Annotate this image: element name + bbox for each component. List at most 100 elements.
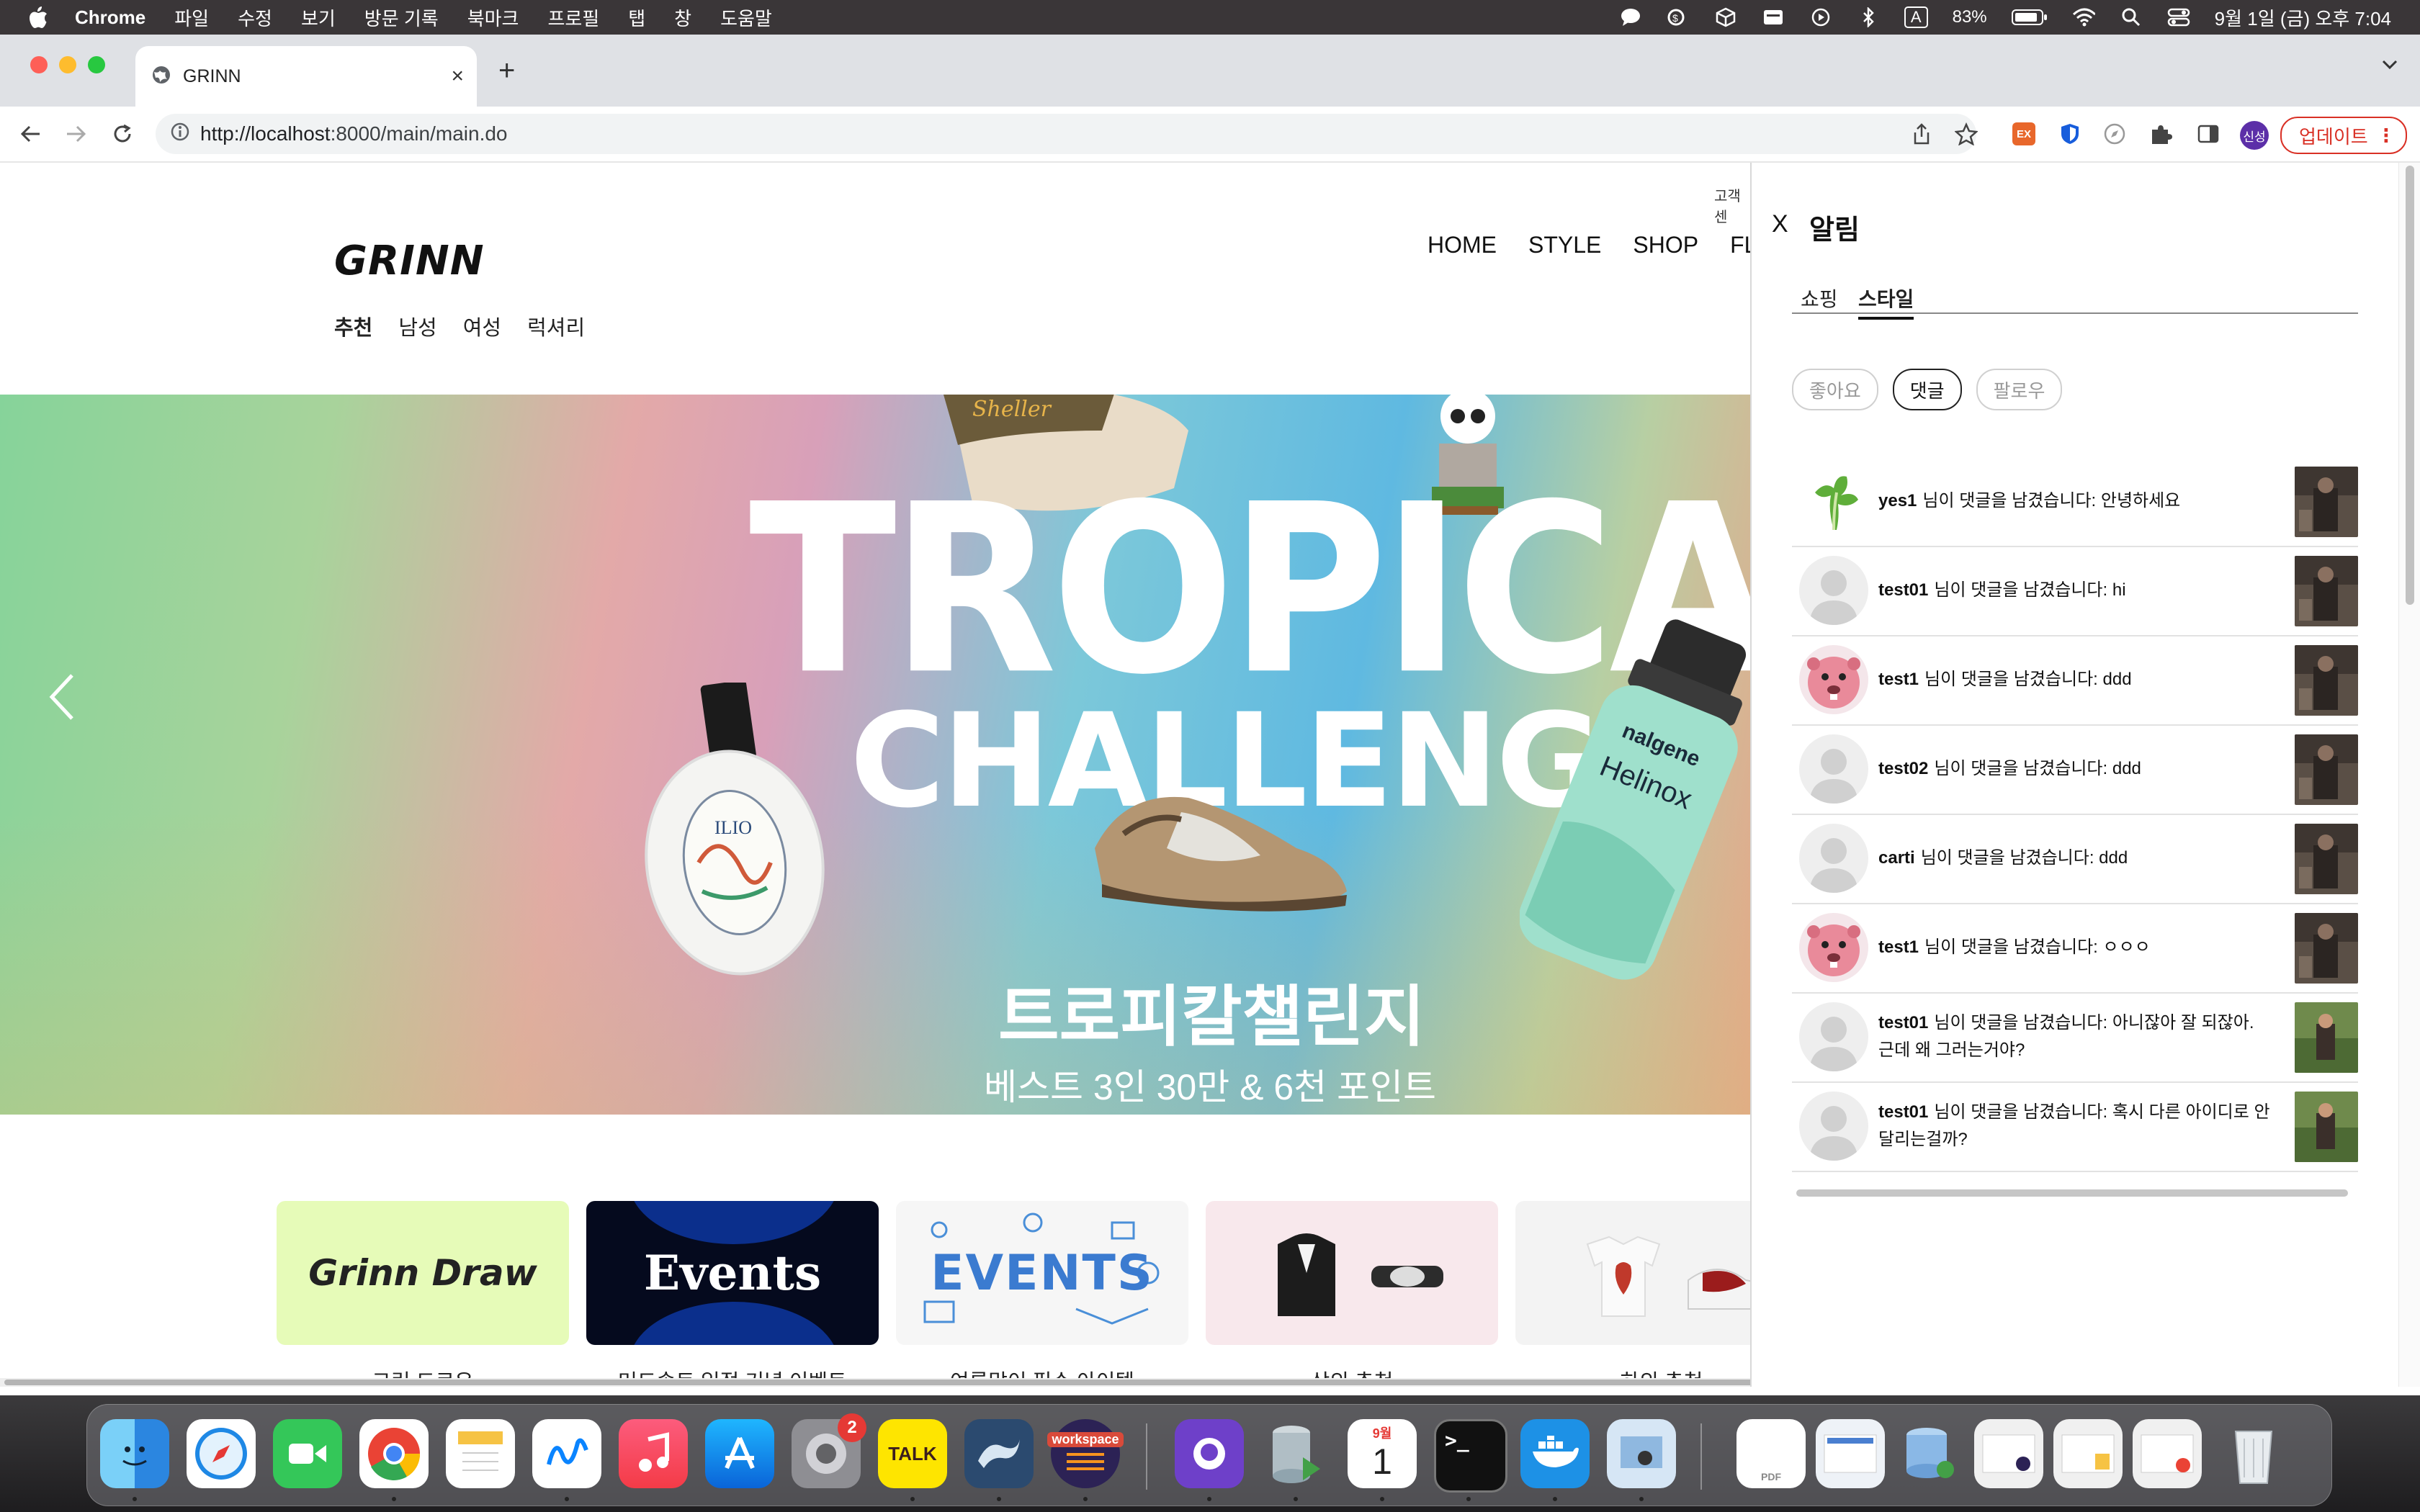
github-desktop-icon[interactable] xyxy=(1175,1419,1244,1488)
notification-username[interactable]: test01 xyxy=(1878,580,1928,600)
new-tab-icon[interactable]: + xyxy=(498,56,515,85)
scroll-thumb[interactable] xyxy=(2406,166,2414,605)
mysql-workbench-icon[interactable] xyxy=(964,1419,1034,1488)
bookmark-star-icon[interactable] xyxy=(1953,121,1979,147)
user-avatar[interactable] xyxy=(1799,645,1868,714)
share-icon[interactable] xyxy=(1909,121,1935,147)
settings-icon[interactable]: 2 xyxy=(792,1413,866,1488)
safari-icon[interactable] xyxy=(187,1419,256,1488)
panel-horizontal-scrollbar[interactable] xyxy=(1792,1187,2358,1200)
post-thumbnail[interactable] xyxy=(2295,556,2358,626)
menu-file[interactable]: 파일 xyxy=(174,4,209,31)
notification-username[interactable]: test01 xyxy=(1878,1102,1928,1122)
side-panel-icon[interactable] xyxy=(2195,121,2221,147)
reload-icon[interactable] xyxy=(108,120,137,148)
address-bar[interactable]: http://localhost :8000/main/main.do xyxy=(156,114,1976,154)
update-chrome-button[interactable]: 업데이트 ⋮ xyxy=(2280,117,2407,154)
tile-top-recommend[interactable]: 상의 추천 xyxy=(1206,1201,1498,1387)
menu-help[interactable]: 도움말 xyxy=(720,4,772,31)
tile-summer-items[interactable]: EVENTS 여름맞이 필수 아이템 xyxy=(896,1201,1188,1387)
tab-search-chevron-icon[interactable] xyxy=(2381,59,2398,74)
profile-avatar[interactable]: 신성 xyxy=(2240,121,2269,150)
database-folder-icon[interactable] xyxy=(1895,1419,1964,1488)
subnav-women[interactable]: 여성 xyxy=(463,311,501,341)
app-menu-chrome[interactable]: Chrome xyxy=(75,6,145,29)
post-thumbnail[interactable] xyxy=(2295,734,2358,805)
tab-style[interactable]: 스타일 xyxy=(1858,284,1914,320)
tile-grinn-draw[interactable]: Grinn Draw 그린 드로우 xyxy=(277,1201,569,1387)
tab-close-icon[interactable]: × xyxy=(451,64,464,89)
notification-username[interactable]: carti xyxy=(1878,848,1915,868)
notification-username[interactable]: yes1 xyxy=(1878,491,1917,510)
notes-icon[interactable] xyxy=(446,1419,515,1488)
window-close-button[interactable] xyxy=(30,56,48,73)
docker-icon[interactable] xyxy=(1520,1419,1590,1488)
banner-prev-chevron-icon[interactable] xyxy=(43,668,79,729)
user-avatar[interactable] xyxy=(1799,913,1868,982)
recent-window-thumbnail-2[interactable] xyxy=(1974,1419,2043,1488)
user-avatar[interactable] xyxy=(1799,1092,1868,1161)
scroll-thumb[interactable] xyxy=(1796,1189,2348,1197)
music-icon[interactable] xyxy=(619,1419,688,1488)
menu-edit[interactable]: 수정 xyxy=(238,4,272,31)
user-avatar[interactable] xyxy=(1799,1002,1868,1071)
site-logo[interactable]: GRINN xyxy=(334,238,485,284)
bitwarden-shield-icon[interactable] xyxy=(2057,121,2083,147)
spotlight-search-icon[interactable] xyxy=(2120,7,2143,27)
finder-icon[interactable] xyxy=(100,1419,169,1488)
notification-username[interactable]: test1 xyxy=(1878,937,1919,957)
appstore-icon[interactable] xyxy=(705,1419,774,1488)
notification-item[interactable]: test01 님이 댓글을 남겼습니다: 혹시 다른 아이디로 안달리는걸까? xyxy=(1792,1083,2358,1172)
chrome-icon[interactable] xyxy=(359,1419,429,1488)
subnav-luxury[interactable]: 럭셔리 xyxy=(527,311,585,341)
control-center-icon[interactable] xyxy=(2167,7,2190,27)
input-source-indicator[interactable]: A xyxy=(1904,6,1928,28)
site-info-icon[interactable] xyxy=(170,122,190,147)
messages-status-icon[interactable] xyxy=(1619,7,1642,27)
tab-shopping[interactable]: 쇼핑 xyxy=(1801,284,1838,312)
filter-follows[interactable]: 팔로우 xyxy=(1976,369,2063,410)
compass-extension-icon[interactable] xyxy=(2102,121,2128,147)
menu-profiles[interactable]: 프로필 xyxy=(547,4,599,31)
nav-home[interactable]: HOME xyxy=(1428,232,1497,258)
notification-close-button[interactable]: X xyxy=(1772,210,1788,238)
more-menu-icon[interactable]: ⋮ xyxy=(2377,125,2396,147)
notification-username[interactable]: test02 xyxy=(1878,759,1928,778)
tile-events[interactable]: Events 머드솔트 입점 기념 이벤트 xyxy=(586,1201,879,1387)
menu-view[interactable]: 보기 xyxy=(301,4,336,31)
menu-history[interactable]: 방문 기록 xyxy=(364,4,439,31)
post-thumbnail[interactable] xyxy=(2295,913,2358,984)
vpn-status-icon[interactable]: $ xyxy=(1667,7,1690,27)
hero-banner[interactable]: Sheller TROPICAL CHALLENGE ILIO xyxy=(0,395,1750,1115)
browser-tab[interactable]: GRINN × xyxy=(135,46,477,107)
notification-item[interactable]: test02 님이 댓글을 남겼습니다: ddd xyxy=(1792,726,2358,815)
preview-icon[interactable] xyxy=(1607,1419,1676,1488)
window-minimize-button[interactable] xyxy=(59,56,76,73)
recent-window-thumbnail-3[interactable] xyxy=(2053,1419,2123,1488)
user-avatar[interactable] xyxy=(1799,824,1868,893)
notification-username[interactable]: test01 xyxy=(1878,1013,1928,1032)
notification-item[interactable]: test1 님이 댓글을 남겼습니다: ddd xyxy=(1792,636,2358,726)
nav-style[interactable]: STYLE xyxy=(1528,232,1601,258)
user-avatar[interactable] xyxy=(1799,467,1868,536)
post-thumbnail[interactable] xyxy=(2295,1092,2358,1162)
subnav-recommended[interactable]: 추천 xyxy=(334,311,372,341)
post-thumbnail[interactable] xyxy=(2295,467,2358,537)
terminal-icon[interactable]: >_ xyxy=(1434,1419,1507,1493)
freeform-icon[interactable] xyxy=(532,1419,601,1488)
extension-ex-icon[interactable]: EX xyxy=(2011,121,2037,147)
user-avatar[interactable] xyxy=(1799,556,1868,625)
menubar-datetime[interactable]: 9월 1일 (금) 오후 7:04 xyxy=(2215,4,2391,31)
notification-item[interactable]: yes1 님이 댓글을 남겼습니다: 안녕하세요 xyxy=(1792,458,2358,547)
db-runner-icon[interactable] xyxy=(1261,1419,1330,1488)
kakaotalk-icon[interactable]: TALK xyxy=(878,1419,947,1488)
filter-likes[interactable]: 좋아요 xyxy=(1792,369,1878,410)
notification-item[interactable]: test1 님이 댓글을 남겼습니다: ㅇㅇㅇ xyxy=(1792,904,2358,994)
calendar-status-icon[interactable] xyxy=(1762,7,1785,27)
eclipse-icon[interactable]: workspace xyxy=(1047,1419,1124,1488)
play-status-icon[interactable] xyxy=(1809,7,1832,27)
bluetooth-icon[interactable] xyxy=(1857,7,1880,27)
filter-comments[interactable]: 댓글 xyxy=(1892,369,1962,410)
cube-status-icon[interactable] xyxy=(1714,7,1737,27)
nav-shop[interactable]: SHOP xyxy=(1633,232,1698,258)
